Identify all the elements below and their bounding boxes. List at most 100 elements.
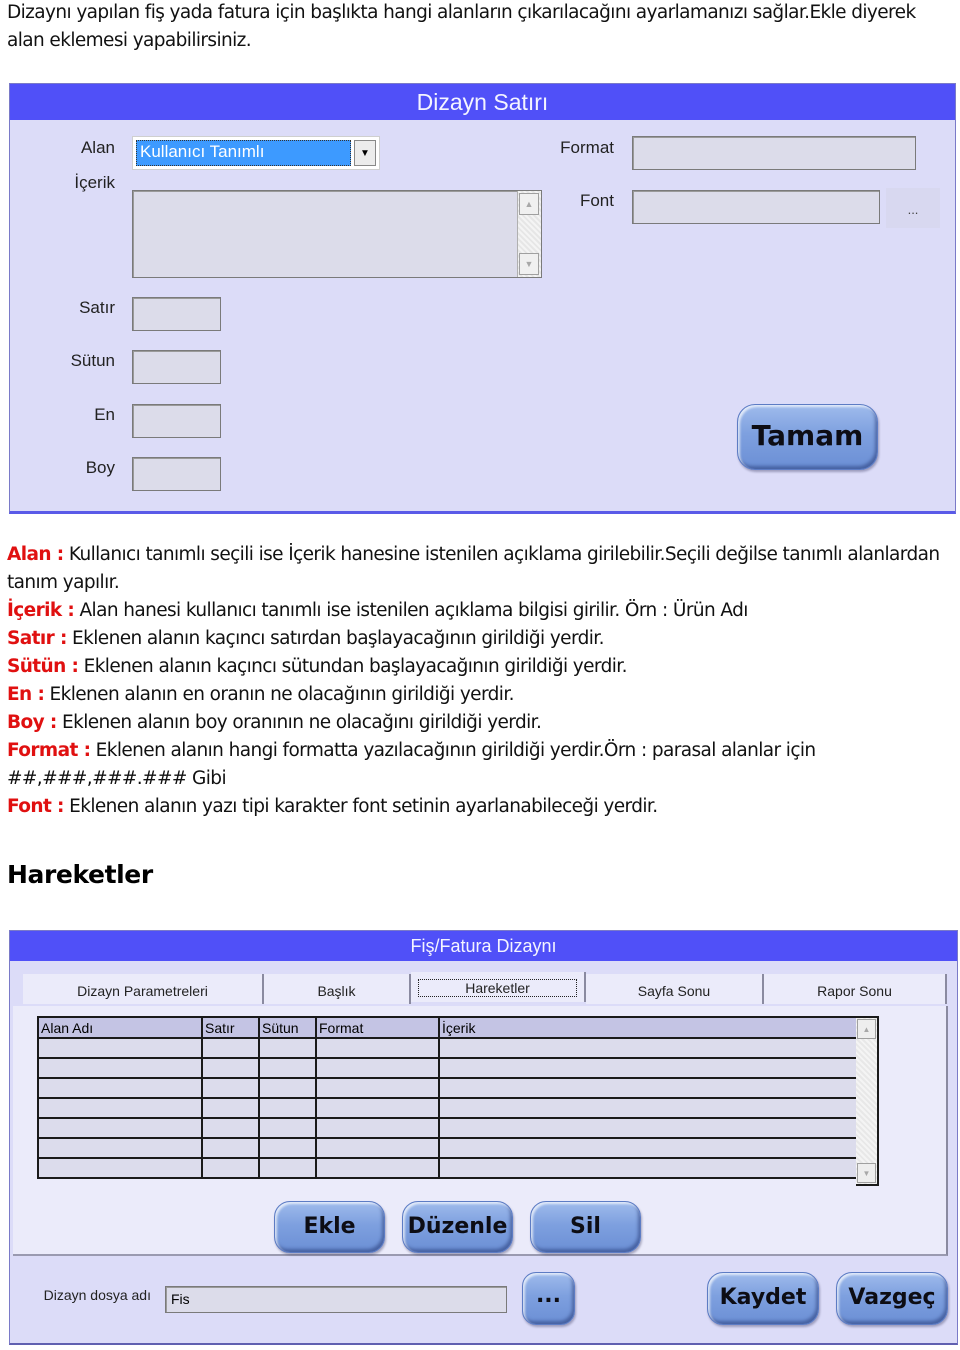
desc-format: Format : Eklenen alanın hangi formatta y… xyxy=(7,740,816,789)
table-cell[interactable] xyxy=(315,1117,440,1139)
table-row[interactable] xyxy=(37,1137,859,1159)
alan-selected-value: Kullanıcı Tanımlı xyxy=(136,140,351,166)
table-row[interactable] xyxy=(37,1097,859,1119)
scroll-down-icon[interactable]: ▼ xyxy=(519,253,539,275)
scroll-up-icon[interactable]: ▲ xyxy=(857,1019,876,1039)
column-header[interactable]: Satır xyxy=(201,1016,260,1039)
table-cell[interactable] xyxy=(258,1157,317,1179)
font-input[interactable] xyxy=(632,190,880,224)
fields-table[interactable]: Alan Adı Satır Sütun Format İçerik xyxy=(37,1016,859,1179)
browse-file-button[interactable]: ... xyxy=(522,1272,575,1325)
table-row[interactable] xyxy=(37,1157,859,1179)
duzenle-button[interactable]: Düzenle xyxy=(402,1201,513,1253)
table-cell[interactable] xyxy=(438,1097,859,1119)
table-cell[interactable] xyxy=(438,1157,859,1179)
desc-boy: Boy : Eklenen alanın boy oranının ne ola… xyxy=(7,712,542,733)
table-header: Alan Adı Satır Sütun Format İçerik xyxy=(37,1016,859,1039)
alan-label: Alan xyxy=(80,138,115,157)
tab-dizayn-parametreleri[interactable]: Dizayn Parametreleri xyxy=(23,974,264,1004)
font-label: Font xyxy=(579,191,614,210)
alan-select[interactable]: Kullanıcı Tanımlı ▼ xyxy=(132,136,380,170)
kaydet-button[interactable]: Kaydet xyxy=(707,1272,819,1325)
tamam-button[interactable]: Tamam xyxy=(737,404,878,470)
table-cell[interactable] xyxy=(37,1157,203,1179)
table-cell[interactable] xyxy=(201,1037,260,1059)
section-heading: Hareketler xyxy=(7,860,153,889)
satir-label: Satır xyxy=(79,298,115,317)
table-cell[interactable] xyxy=(258,1057,317,1079)
dizayn-satiri-dialog: Dizayn Satırı Alan Kullanıcı Tanımlı ▼ İ… xyxy=(9,83,956,514)
icerik-textarea[interactable]: ▲ ▼ xyxy=(132,190,542,278)
desc-font: Font : Eklenen alanın yazı tipi karakter… xyxy=(7,796,658,817)
sutun-input[interactable] xyxy=(132,350,221,384)
column-header[interactable]: Format xyxy=(315,1016,440,1039)
table-cell[interactable] xyxy=(315,1057,440,1079)
font-browse-button[interactable]: ... xyxy=(886,188,940,228)
table-cell[interactable] xyxy=(438,1037,859,1059)
table-cell[interactable] xyxy=(37,1077,203,1099)
dialog-title: Fiş/Fatura Dizaynı xyxy=(10,931,957,961)
format-label: Format xyxy=(560,138,614,157)
en-label: En xyxy=(94,405,115,424)
table-row[interactable] xyxy=(37,1077,859,1099)
sil-button[interactable]: Sil xyxy=(530,1201,641,1253)
table-cell[interactable] xyxy=(258,1037,317,1059)
ekle-button[interactable]: Ekle xyxy=(274,1201,385,1253)
intro-paragraph: Dizaynı yapılan fiş yada fatura için baş… xyxy=(7,2,916,51)
icerik-label: İçerik xyxy=(74,173,115,192)
table-cell[interactable] xyxy=(37,1137,203,1159)
table-row[interactable] xyxy=(37,1037,859,1059)
table-cell[interactable] xyxy=(37,1037,203,1059)
column-header[interactable]: İçerik xyxy=(438,1016,859,1039)
table-cell[interactable] xyxy=(438,1117,859,1139)
table-cell[interactable] xyxy=(258,1117,317,1139)
desc-icerik: İçerik : Alan hanesi kullanıcı tanımlı i… xyxy=(7,600,748,621)
vazgec-button[interactable]: Vazgeç xyxy=(836,1272,948,1325)
table-cell[interactable] xyxy=(37,1117,203,1139)
table-cell[interactable] xyxy=(201,1157,260,1179)
table-cell[interactable] xyxy=(201,1057,260,1079)
table-cell[interactable] xyxy=(201,1137,260,1159)
column-header[interactable]: Sütun xyxy=(258,1016,317,1039)
table-cell[interactable] xyxy=(315,1137,440,1159)
dialog-title: Dizayn Satırı xyxy=(10,84,955,120)
table-cell[interactable] xyxy=(315,1077,440,1099)
en-input[interactable] xyxy=(132,404,221,438)
table-cell[interactable] xyxy=(315,1097,440,1119)
table-cell[interactable] xyxy=(37,1097,203,1119)
desc-sutun: Sütün : Eklenen alanın kaçıncı sütundan … xyxy=(7,656,627,677)
table-row[interactable] xyxy=(37,1117,859,1139)
file-name-label: Dizayn dosya adı xyxy=(43,1287,151,1303)
table-cell[interactable] xyxy=(201,1117,260,1139)
table-cell[interactable] xyxy=(258,1137,317,1159)
sutun-label: Sütun xyxy=(70,351,115,370)
format-input[interactable] xyxy=(632,136,916,170)
satir-input[interactable] xyxy=(132,297,221,331)
table-row[interactable] xyxy=(37,1057,859,1079)
file-name-input[interactable]: Fis xyxy=(165,1286,507,1313)
chevron-down-icon[interactable]: ▼ xyxy=(354,140,376,166)
table-scrollbar[interactable]: ▲ ▼ xyxy=(856,1016,879,1186)
tab-hareketler[interactable]: Hareketler xyxy=(411,972,586,1002)
table-cell[interactable] xyxy=(438,1057,859,1079)
tab-sayfa-sonu[interactable]: Sayfa Sonu xyxy=(586,974,764,1004)
table-cell[interactable] xyxy=(201,1097,260,1119)
column-header[interactable]: Alan Adı xyxy=(37,1016,203,1039)
table-cell[interactable] xyxy=(37,1057,203,1079)
field-descriptions: Alan : Kullanıcı tanımlı seçili ise İçer… xyxy=(7,541,952,821)
boy-input[interactable] xyxy=(132,457,221,491)
scroll-down-icon[interactable]: ▼ xyxy=(857,1163,876,1183)
tab-rapor-sonu[interactable]: Rapor Sonu xyxy=(764,974,947,1004)
tab-baslik[interactable]: Başlık xyxy=(264,974,411,1004)
table-cell[interactable] xyxy=(438,1137,859,1159)
boy-label: Boy xyxy=(85,458,115,477)
desc-satir: Satır : Eklenen alanın kaçıncı satırdan … xyxy=(7,628,605,649)
table-cell[interactable] xyxy=(315,1037,440,1059)
table-cell[interactable] xyxy=(258,1077,317,1099)
table-cell[interactable] xyxy=(258,1097,317,1119)
table-cell[interactable] xyxy=(438,1077,859,1099)
desc-en: En : Eklenen alanın en oranın ne olacağı… xyxy=(7,684,515,705)
table-cell[interactable] xyxy=(201,1077,260,1099)
desc-alan: Alan : Kullanıcı tanımlı seçili ise İçer… xyxy=(7,544,940,593)
table-cell[interactable] xyxy=(315,1157,440,1179)
